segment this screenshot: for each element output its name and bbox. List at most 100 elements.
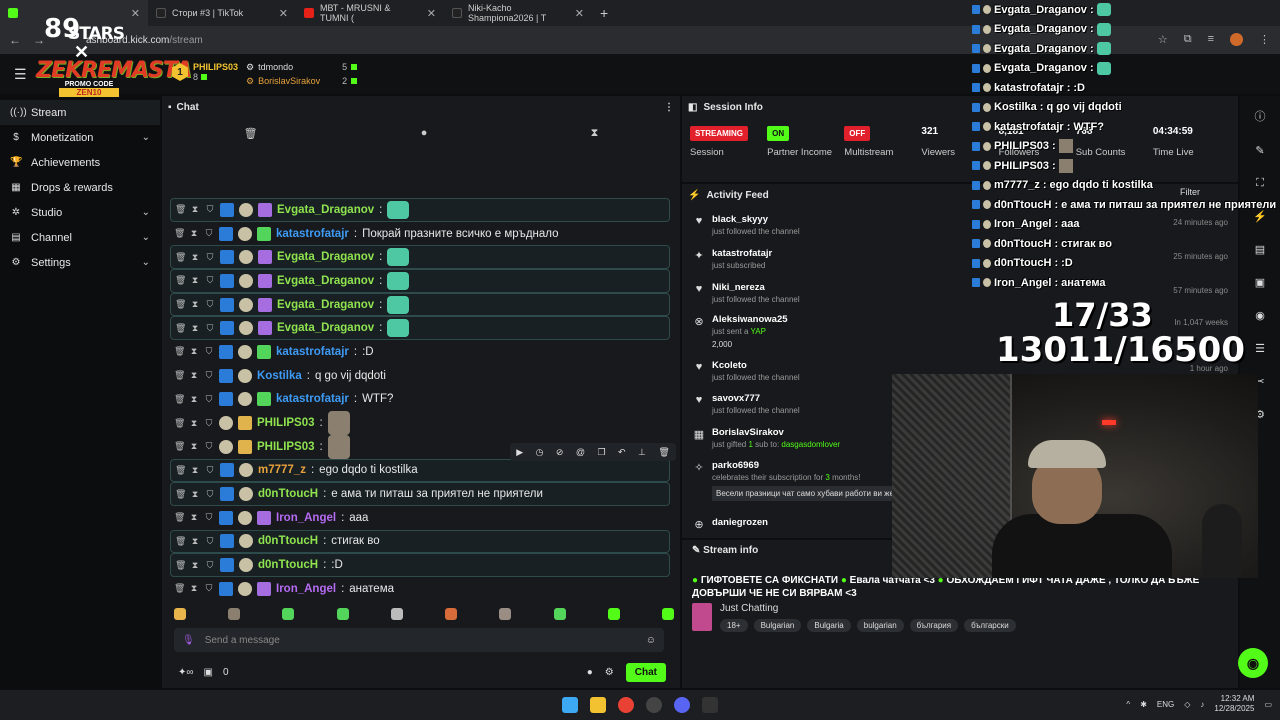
trash-icon[interactable]: 🗑 [175,489,186,500]
hourglass-icon[interactable]: ⧗ [189,418,199,429]
stream-tag[interactable]: 18+ [720,619,748,632]
trash-icon[interactable]: 🗑 [174,441,185,452]
play-icon[interactable]: ▶ [516,447,523,458]
hide-icon[interactable]: ⊘ [556,447,564,458]
leaderboard-first[interactable]: 1 PHILIPS03 8 [172,62,238,82]
shield-icon[interactable]: ⛉ [205,323,215,334]
chat-message[interactable]: 🗑 ⧗ ⛉ Iron_Angel: aaa [170,506,670,530]
emote-button[interactable] [390,608,403,620]
hourglass-icon[interactable]: ⧗ [190,299,200,310]
points-icon[interactable]: ✦∞ [178,667,194,678]
hourglass-icon[interactable]: ⧗ [190,560,200,571]
sidebar-item-channel[interactable]: ▤ Channel ⌄ [0,225,160,250]
chat-username[interactable]: d0nTtoucH [258,559,318,571]
shield-icon[interactable]: ⛉ [205,536,215,547]
hourglass-icon[interactable]: ⧗ [190,465,200,476]
stream-tag[interactable]: Bulgarian [753,619,802,632]
chat-message[interactable]: 🗑 ⧗ ⛉ katastrofatajr: WTF? [170,388,670,412]
hourglass-icon[interactable]: ⧗ [189,346,199,357]
trash-icon[interactable]: 🗑 [244,127,258,140]
discord-icon[interactable] [674,697,690,713]
shield-icon[interactable]: ⛉ [205,489,215,500]
shield-icon[interactable]: ⛉ [204,512,214,523]
leader-row[interactable]: ⚙ tdmondo 5 [246,60,358,74]
hourglass-icon[interactable]: ⧗ [190,489,200,500]
at-icon[interactable]: @ [576,447,585,457]
chat-message[interactable]: 🗑 ⧗ ⛉ Kostilka: q go vij dqdoti [170,364,670,388]
trash-icon[interactable]: 🗑 [175,465,186,476]
clock-icon[interactable]: ◷ [536,447,544,458]
chat-message[interactable]: 🗑 ⧗ ⛉ katastrofatajr: Покрай празните всичко… [170,222,670,246]
hourglass-icon[interactable]: ⧗ [190,323,200,334]
trash-icon[interactable]: 🗑 [175,204,186,215]
send-chat-button[interactable]: Chat [625,662,666,682]
trash-icon[interactable]: 🗑 [174,418,185,429]
chat-username[interactable]: katastrofatajr [276,346,349,358]
chat-message[interactable]: 🗑 ⧗ ⛉ Evgata_Draganov: [170,198,670,222]
activity-username[interactable]: savovx777 [712,393,760,404]
emote-button[interactable] [553,608,566,620]
chevron-down-icon[interactable]: ⌄ [142,232,150,243]
emote-button[interactable] [228,608,241,620]
chat-username[interactable]: Evgata_Draganov [277,299,374,311]
sidebar-item-monetization[interactable]: $ Monetization ⌄ [0,125,160,150]
undo-icon[interactable]: ↶ [618,447,626,458]
activity-username[interactable]: Aleksiwanowa25 [712,314,788,325]
trash-icon[interactable]: 🗑 [174,346,185,357]
chat-username[interactable]: PHILIPS03 [257,417,315,429]
emote-button[interactable] [445,608,458,620]
new-tab-button[interactable]: + [592,5,616,21]
delete-icon[interactable]: 🗑 [658,447,669,458]
more-options-icon[interactable]: ⋮ [664,102,674,113]
hourglass-icon[interactable]: ⧗ [189,228,199,239]
chat-username[interactable]: katastrofatajr [276,228,349,240]
chat-username[interactable]: Iron_Angel [276,512,336,524]
chevron-down-icon[interactable]: ⌄ [142,207,150,218]
chat-username[interactable]: Iron_Angel [276,583,336,595]
chat-username[interactable]: Evgata_Draganov [277,322,374,334]
stream-tag[interactable]: bulgarian [856,619,904,632]
leader-row[interactable]: ⚙ BorislavSirakov 2 [246,74,358,88]
close-icon[interactable]: ✕ [575,7,584,20]
chevron-down-icon[interactable]: ⌄ [142,257,150,268]
emote-button[interactable] [499,608,512,620]
gift-icon[interactable]: ▣ [204,667,213,678]
shield-icon[interactable]: ⛉ [205,465,215,476]
trash-icon[interactable]: 🗑 [174,512,185,523]
chat-username[interactable]: katastrofatajr [276,393,349,405]
chat-bubble-icon[interactable]: ● [421,127,428,139]
emote-button[interactable] [174,608,186,620]
activity-username[interactable]: black_skyyy [712,214,768,225]
shield-icon[interactable]: ⛉ [204,346,214,357]
hourglass-icon[interactable]: ⧗ [190,204,200,215]
chat-message[interactable]: 🗑 ⧗ ⛉ m7777_z: ego dqdo ti kostilka [170,458,670,483]
activity-link[interactable]: dasgasdomlover [781,440,840,449]
shield-icon[interactable]: ⛉ [204,370,214,381]
chat-message[interactable]: 🗑 ⧗ ⛉ Evgata_Draganov: [170,292,670,317]
chat-username[interactable]: PHILIPS03 [257,441,315,453]
chat-message[interactable]: 🗑 ⧗ ⛉ PHILIPS03: [170,411,670,436]
pin-icon[interactable]: ⊥ [638,447,646,458]
activity-username[interactable]: daniegrozen [712,517,768,528]
emote-button[interactable] [661,608,674,620]
hourglass-icon[interactable]: ⧗ [591,127,599,140]
sidebar-item-achievements[interactable]: 🏆 Achievements [0,150,160,175]
terminal-icon[interactable] [702,697,718,713]
chat-username[interactable]: Evgata_Draganov [277,251,374,263]
chat-username[interactable]: d0nTtoucH [258,535,318,547]
shield-icon[interactable]: ⛉ [204,394,214,405]
trash-icon[interactable]: 🗑 [174,228,185,239]
shield-icon[interactable]: ⛉ [205,252,215,263]
chat-message[interactable]: 🗑 ⧗ ⛉ d0nTtoucH: стигак во [170,529,670,554]
bluetooth-icon[interactable]: ✱ [1140,700,1147,709]
activity-username[interactable]: parko6969 [712,460,759,471]
browser-tab-youtube[interactable]: МВТ - MRUSNI & TUMNI ( ✕ [296,0,444,26]
chat-username[interactable]: Kostilka [257,370,302,382]
gear-icon[interactable]: ⚙ [605,667,614,678]
stream-tag[interactable]: Bulgaria [807,619,851,632]
activity-username[interactable]: BorislavSirakov [712,427,784,438]
hourglass-icon[interactable]: ⧗ [189,512,199,523]
chat-message[interactable]: 🗑 ⧗ ⛉ d0nTtoucH::D [170,553,670,577]
trash-icon[interactable]: 🗑 [174,394,185,405]
copy-icon[interactable]: ❐ [598,447,606,458]
